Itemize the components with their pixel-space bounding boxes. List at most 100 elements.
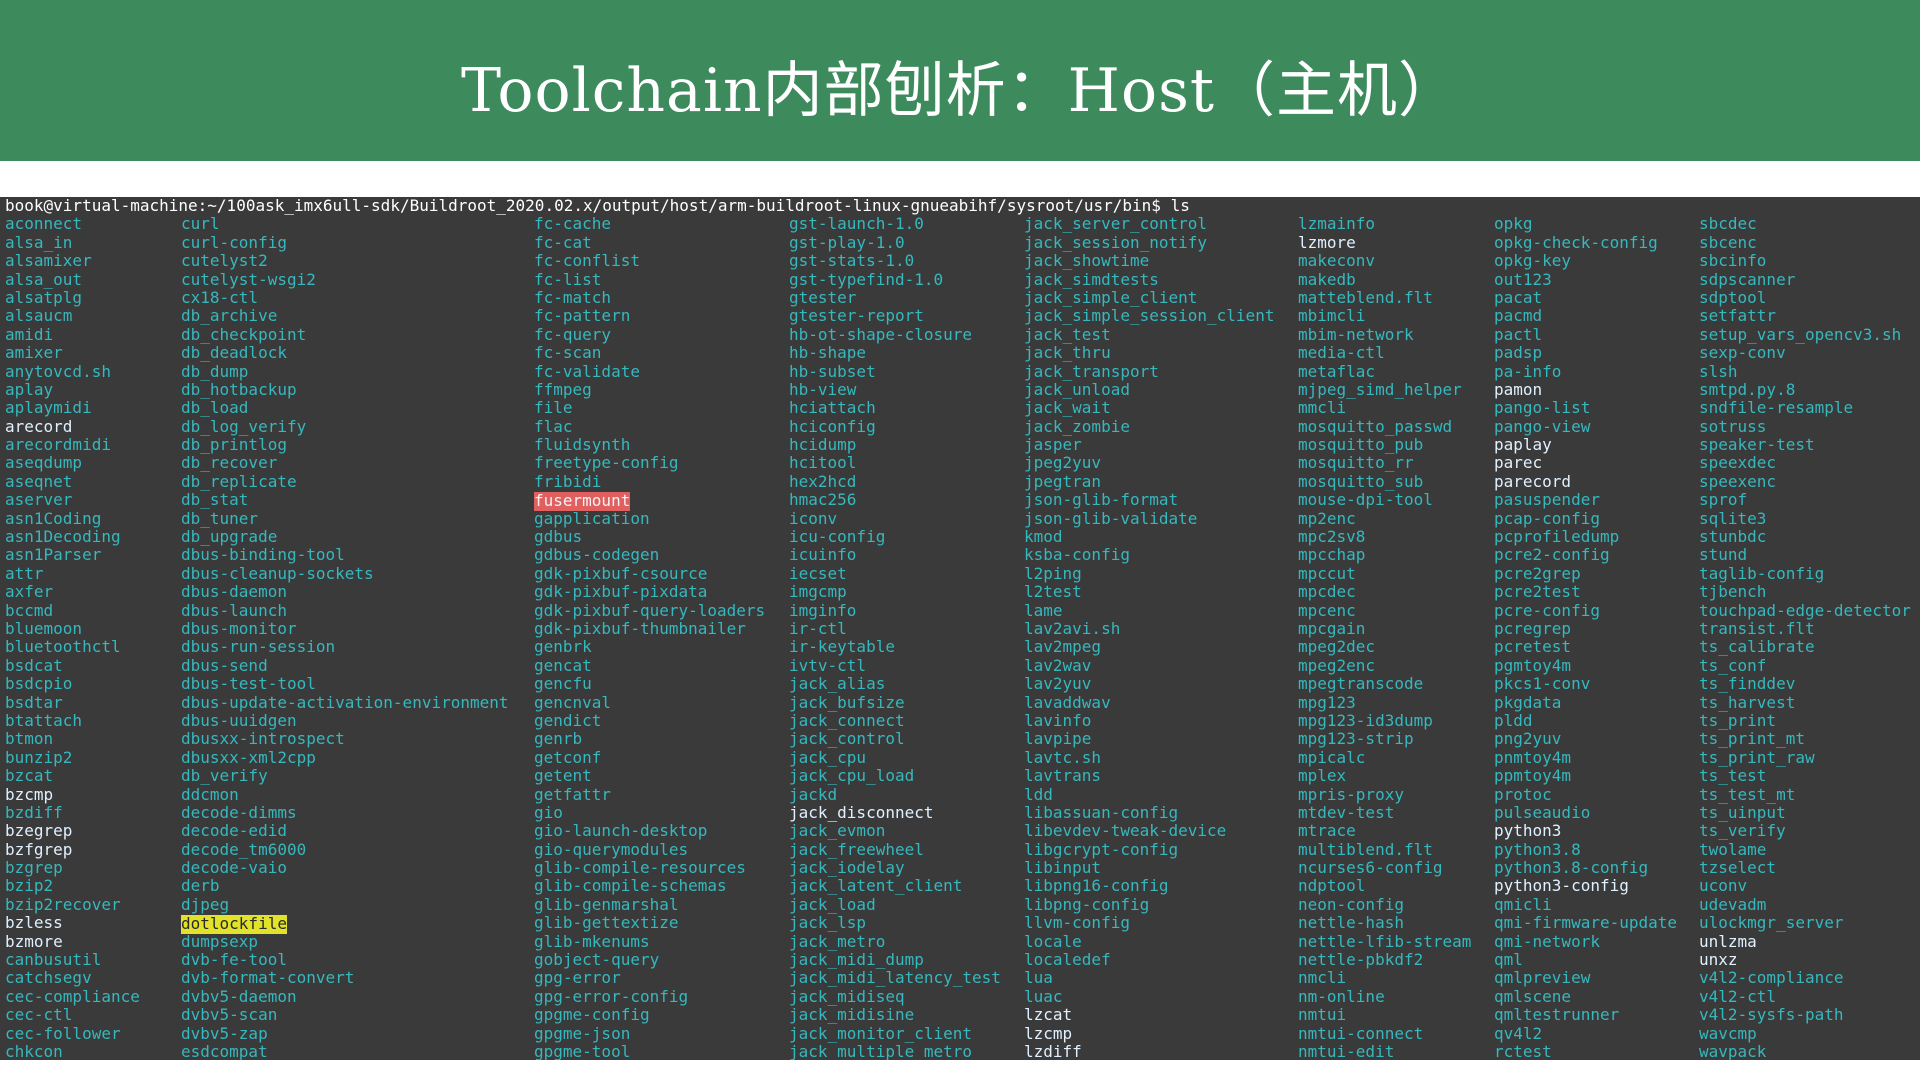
ls-entry: gio-querymodules [534,839,689,859]
ls-column-3: fc-cache fc-cat fc-conflist fc-list fc-match… [534,214,766,1060]
ls-entry: speexenc [1699,471,1777,491]
ls-entry: smtpd.py.8 [1699,379,1796,399]
ls-entry: ts_test_mt [1699,784,1796,804]
ls-entry: luac [1024,986,1063,1006]
ls-entry: glib-gettextize [534,913,679,933]
ls-entry: pcap-config [1494,508,1600,528]
ls-entry: gdk-pixbuf-pixdata [534,582,708,602]
ls-entry: json-glib-format [1024,490,1179,510]
ls-entry: mbim-network [1298,324,1414,344]
ls-entry: bluetoothctl [5,637,121,657]
ls-entry: jack_iodelay [789,858,905,878]
ls-entry: gst-stats-1.0 [789,251,915,271]
ls-entry: lavtrans [1024,766,1102,786]
ls-entry: dvb-fe-tool [181,950,287,970]
ls-entry: jack_thru [1024,343,1111,363]
ls-entry: mtdev-test [1298,802,1395,822]
ls-entry: fc-list [534,269,602,289]
ls-entry: fribidi [534,471,602,491]
ls-entry: ts_calibrate [1699,637,1815,657]
ls-entry: lav2mpeg [1024,637,1102,657]
ls-entry: metaflac [1298,361,1376,381]
ls-entry: bccmd [5,600,54,620]
ls-column-7: opkg opkg-check-config opkg-key out123 pacat… [1494,214,1677,1060]
ls-entry: fc-scan [534,343,602,363]
ls-entry: bzegrep [5,821,73,841]
ls-entry: gdk-pixbuf-query-loaders [534,600,766,620]
ls-entry: db_tuner [181,508,259,528]
ls-entry: transist.flt [1699,618,1815,638]
ls-entry: hciattach [789,398,876,418]
ls-entry: jack_midiseq [789,986,905,1006]
ls-entry: fc-cat [534,232,592,252]
ls-entry: qmi-network [1494,931,1600,951]
ls-entry: dbus-daemon [181,582,287,602]
ls-entry: db_recover [181,453,278,473]
ls-entry: file [534,398,573,418]
ls-entry: mmcli [1298,398,1347,418]
ls-entry: jpegtran [1024,471,1102,491]
ls-entry: lame [1024,600,1063,620]
ls-entry: catchsegv [5,968,92,988]
ls-entry: matteblend.flt [1298,287,1433,307]
ls-entry: setfattr [1699,306,1777,326]
ls-entry: qmlscene [1494,986,1572,1006]
ls-entry: makeconv [1298,251,1376,271]
ls-entry: llvm-config [1024,913,1130,933]
ls-entry: gpg-error [534,968,621,988]
ls-entry: esdcompat [181,1041,268,1060]
ls-entry: mpcenc [1298,600,1356,620]
ls-entry: dbus-monitor [181,618,297,638]
ls-entry: qmicli [1494,894,1552,914]
ls-entry: gencfu [534,674,592,694]
ls-entry: jack_showtime [1024,251,1150,271]
ls-entry: cx18-ctl [181,287,259,307]
ls-entry: ts_print [1699,710,1777,730]
ls-entry: db_replicate [181,471,297,491]
ls-entry: ir-keytable [789,637,895,657]
ls-entry: python3 [1494,821,1562,841]
ls-entry: pcre2grep [1494,563,1581,583]
terminal-window[interactable]: book@virtual-machine:~/100ask_imx6ull-sd… [0,197,1920,1060]
ls-entry: ts_harvest [1699,692,1796,712]
ls-entry: libassuan-config [1024,802,1179,822]
ls-entry: mpcdec [1298,582,1356,602]
ls-entry: jack_alias [789,674,886,694]
ls-entry: alsamixer [5,251,92,271]
ls-entry: cutelyst-wsgi2 [181,269,316,289]
watermark-strip [0,161,1920,197]
ls-entry: imgcmp [789,582,847,602]
ls-entry: jack_zombie [1024,416,1130,436]
ls-entry: hcitool [789,453,857,473]
ls-entry: pango-view [1494,416,1591,436]
ls-entry: aplaymidi [5,398,92,418]
ls-entry: alsa_out [5,269,83,289]
ls-entry: gio-launch-desktop [534,821,708,841]
ls-entry: lua [1024,968,1053,988]
ls-entry: btmon [5,729,54,749]
ls-entry: dvbv5-scan [181,1005,278,1025]
ls-entry: fc-cache [534,214,612,234]
ls-entry: pcre2test [1494,582,1581,602]
ls-entry: jack_freewheel [789,839,924,859]
ls-entry: lav2avi.sh [1024,618,1121,638]
ls-entry: mjpeg_simd_helper [1298,379,1462,399]
ls-entry: ksba-config [1024,545,1130,565]
ls-entry: jack_simple_client [1024,287,1198,307]
ls-entry: jack_test [1024,324,1111,344]
ls-entry: stund [1699,545,1748,565]
ls-entry: arecord [5,416,73,436]
ls-entry: python3.8 [1494,839,1581,859]
ls-entry: pcre-config [1494,600,1600,620]
ls-entry: mpris-proxy [1298,784,1404,804]
ls-entry: hciconfig [789,416,876,436]
ls-entry: jack_multiple_metro [789,1041,973,1060]
ls-entry: rctest [1494,1041,1552,1060]
ls-entry: getfattr [534,784,612,804]
ls-entry: db_upgrade [181,527,278,547]
ls-entry: bzfgrep [5,839,73,859]
ls-entry: paplay [1494,435,1552,455]
ls-entry: ffmpeg [534,379,592,399]
ls-entry: fc-pattern [534,306,631,326]
ls-entry: ppmtoy4m [1494,766,1572,786]
